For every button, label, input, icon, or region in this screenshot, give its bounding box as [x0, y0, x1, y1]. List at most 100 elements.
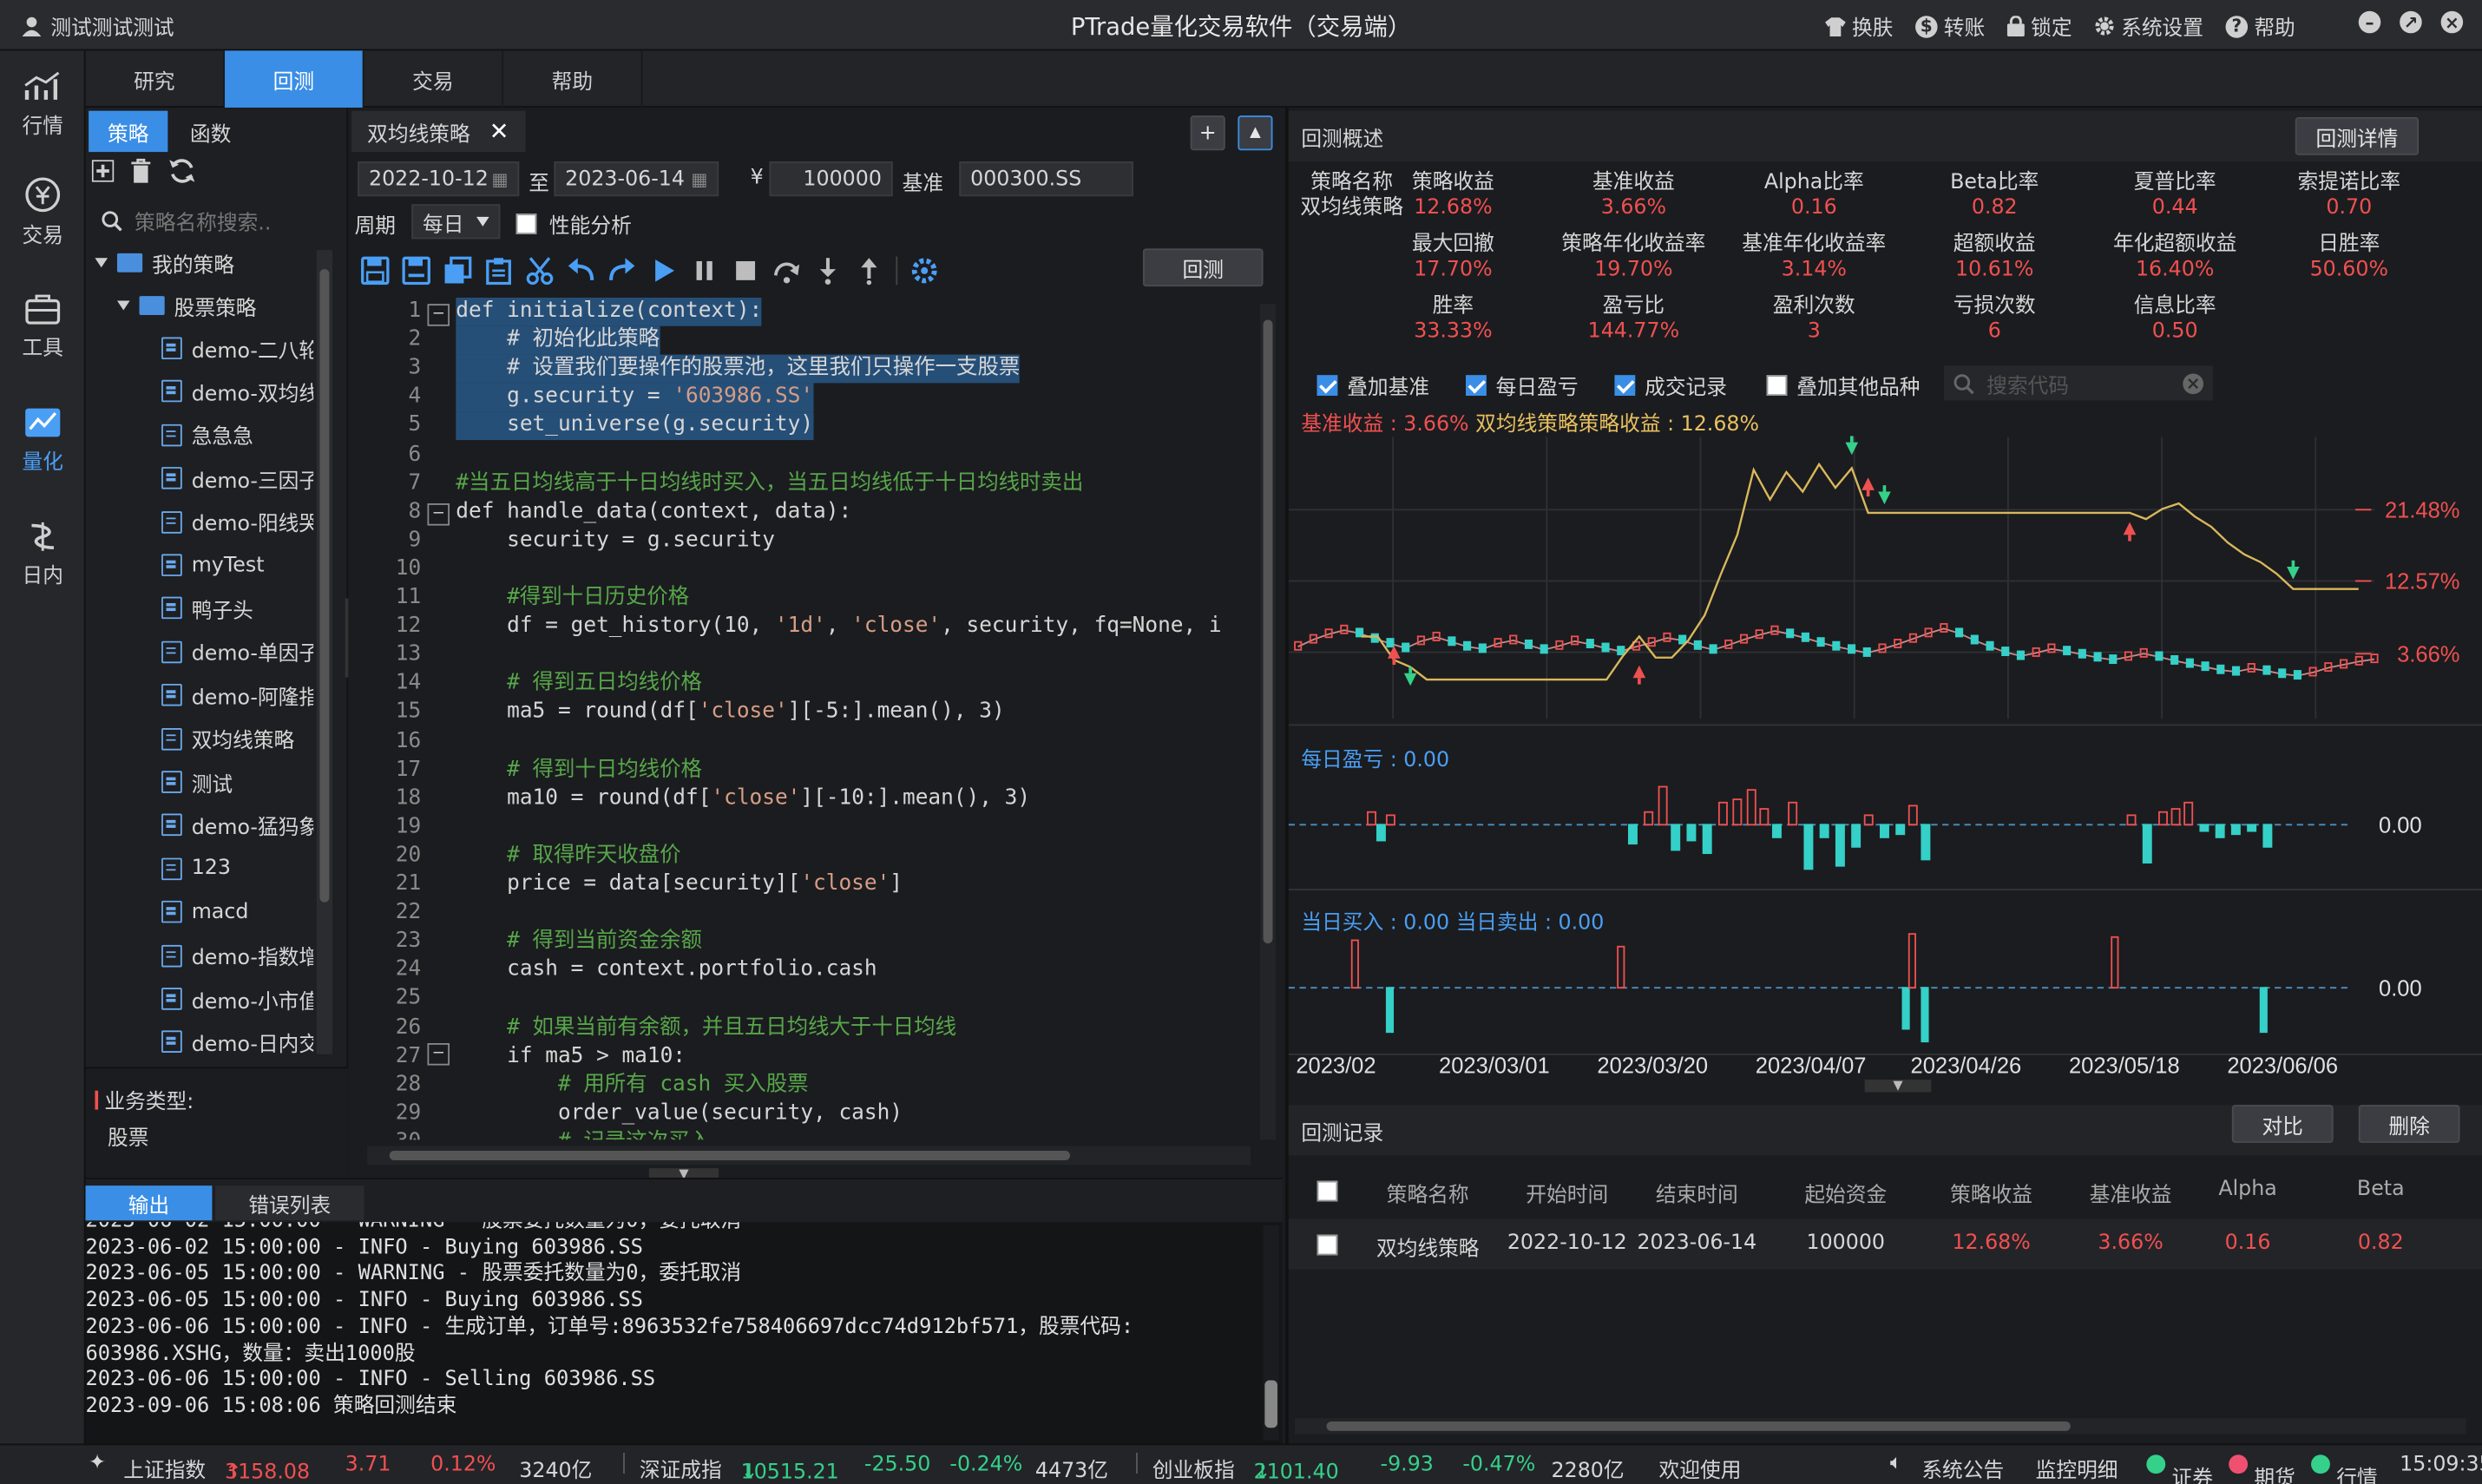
- column-header[interactable]: 起始资金: [1776, 1178, 1916, 1207]
- pin-icon[interactable]: ✦: [89, 1452, 106, 1475]
- new-tab-button[interactable]: +: [1190, 115, 1225, 151]
- tab-backtest[interactable]: 回测: [225, 50, 364, 108]
- cut-icon[interactable]: [526, 256, 555, 286]
- tab-output[interactable]: 输出: [85, 1185, 213, 1221]
- fold-toggle[interactable]: −: [427, 1043, 450, 1066]
- backtest-detail-button[interactable]: 回测详情: [2295, 116, 2420, 155]
- tab-research[interactable]: 研究: [85, 50, 226, 108]
- strategy-item[interactable]: demo-阳线哭: [161, 501, 313, 542]
- end-date-field[interactable]: 2023-06-14 ▦: [554, 161, 719, 197]
- daily-pnl-checkbox[interactable]: [1466, 375, 1487, 396]
- tab-trade[interactable]: 交易: [364, 50, 504, 108]
- overlay-other-checkbox[interactable]: [1766, 375, 1788, 396]
- strategy-item[interactable]: demo-阿隆指: [161, 674, 313, 715]
- rail-item-intraday[interactable]: 日内: [0, 503, 85, 605]
- code-vscroll-thumb[interactable]: [1263, 319, 1273, 944]
- strategy-item[interactable]: 双均线策略: [161, 718, 313, 758]
- strategy-item[interactable]: demo-三因子: [161, 457, 313, 498]
- copy-icon[interactable]: [443, 256, 472, 285]
- option-overlay-bench[interactable]: 叠加基准: [1317, 371, 1429, 400]
- code-search-input[interactable]: 搜索代码 ×: [1943, 365, 2213, 401]
- code-hscroll-thumb[interactable]: [389, 1151, 1071, 1160]
- pause-icon[interactable]: [690, 256, 719, 285]
- tree-scrollbar[interactable]: [316, 250, 333, 1054]
- settings-gear-icon[interactable]: [910, 256, 939, 285]
- bench-field[interactable]: 000300.SS: [959, 161, 1133, 197]
- strategy-item[interactable]: demo-猛犸象: [161, 804, 313, 845]
- rail-item-trade[interactable]: 交易: [0, 161, 85, 263]
- strategy-item[interactable]: 急急急: [161, 415, 313, 456]
- refresh-icon[interactable]: [167, 158, 196, 183]
- column-header[interactable]: 开始时间: [1498, 1178, 1638, 1207]
- fold-toggle[interactable]: −: [427, 503, 450, 526]
- compare-button[interactable]: 对比: [2231, 1105, 2334, 1143]
- code-vscrollbar[interactable]: [1259, 304, 1277, 1140]
- lock-button[interactable]: 锁定: [2006, 11, 2072, 41]
- strategy-item[interactable]: 测试: [161, 761, 313, 802]
- collapse-button[interactable]: ▲: [1238, 115, 1273, 151]
- folder-stock-strategies[interactable]: 股票策略: [116, 285, 257, 325]
- delete-button[interactable]: 删除: [2358, 1105, 2460, 1143]
- save-all-icon[interactable]: [402, 256, 430, 286]
- system-notice-link[interactable]: 系统公告: [1921, 1453, 2004, 1483]
- strategy-item[interactable]: 123: [161, 848, 313, 889]
- column-header[interactable]: 结束时间: [1627, 1178, 1767, 1207]
- tab-functions[interactable]: 函数: [171, 111, 250, 152]
- strategy-item[interactable]: demo-二八轮: [161, 328, 313, 369]
- tab-errors[interactable]: 错误列表: [215, 1185, 364, 1221]
- help-button[interactable]: ? 帮助: [2225, 11, 2295, 41]
- clear-icon[interactable]: ×: [2183, 372, 2204, 394]
- restore-icon[interactable]: ↗: [2400, 10, 2422, 34]
- code-editor[interactable]: 1 def initialize(context): 2 # 初始化此策略 3 # 设…: [361, 297, 1257, 1139]
- trades-checkbox[interactable]: [1614, 375, 1636, 396]
- column-header[interactable]: 策略收益: [1921, 1178, 2061, 1207]
- tab-help[interactable]: 帮助: [503, 50, 643, 108]
- overlay-bench-checkbox[interactable]: [1317, 375, 1338, 396]
- close-icon[interactable]: ×: [2440, 10, 2464, 34]
- strategy-item[interactable]: demo-双均线: [161, 371, 313, 412]
- folder-my-strategies[interactable]: 我的策略: [95, 242, 234, 283]
- strategy-search[interactable]: 策略名称搜索..: [102, 202, 339, 237]
- column-header[interactable]: Beta: [2311, 1178, 2451, 1201]
- log-scroll-thumb[interactable]: [1264, 1380, 1277, 1428]
- backtest-chart[interactable]: 21.48% 12.57% 3.66% 0.00 0.00 2023/02 2023/03/…: [1288, 430, 2482, 1120]
- records-hscrollbar[interactable]: [1295, 1418, 2466, 1435]
- row-checkbox[interactable]: [1317, 1234, 1338, 1256]
- step-into-icon[interactable]: [814, 256, 843, 285]
- records-hscroll-thumb[interactable]: [1326, 1421, 2071, 1431]
- rail-item-quant[interactable]: 量化: [0, 390, 85, 491]
- close-tab-icon[interactable]: ✕: [489, 117, 509, 146]
- period-select[interactable]: 每日: [411, 204, 501, 240]
- minimize-icon[interactable]: –: [2358, 10, 2381, 34]
- redo-icon[interactable]: [607, 256, 636, 285]
- strategy-item[interactable]: myTest: [161, 544, 313, 585]
- perf-analysis-option[interactable]: 性能分析: [515, 209, 632, 239]
- fold-toggle[interactable]: −: [427, 304, 450, 326]
- run-backtest-button[interactable]: 回测: [1142, 248, 1264, 287]
- start-date-field[interactable]: 2022-10-12 ▦: [358, 161, 520, 197]
- capital-field[interactable]: 100000: [769, 161, 893, 197]
- option-overlay-other[interactable]: 叠加其他品种: [1766, 371, 1921, 400]
- tab-strategy[interactable]: 策略: [89, 110, 168, 153]
- select-all-checkbox[interactable]: [1317, 1180, 1338, 1202]
- undo-icon[interactable]: [567, 256, 595, 285]
- option-trades[interactable]: 成交记录: [1614, 371, 1727, 400]
- step-out-icon[interactable]: [855, 256, 883, 286]
- skin-button[interactable]: 换肤: [1824, 11, 1893, 41]
- paste-icon[interactable]: [484, 256, 513, 286]
- save-icon[interactable]: [361, 256, 390, 286]
- option-daily-pnl[interactable]: 每日盈亏: [1466, 371, 1579, 400]
- rail-item-tools[interactable]: 工具: [0, 275, 85, 377]
- strategy-item[interactable]: macd: [161, 891, 313, 932]
- settings-button[interactable]: 系统设置: [2094, 11, 2203, 41]
- records-splitter[interactable]: ▼: [1864, 1079, 1932, 1093]
- strategy-item[interactable]: 鸭子头: [161, 588, 313, 628]
- strategy-item[interactable]: demo-指数增: [161, 935, 313, 975]
- monitor-link[interactable]: 监控明细: [2036, 1453, 2118, 1483]
- column-header[interactable]: 策略名称: [1358, 1178, 1498, 1207]
- perf-analysis-checkbox[interactable]: [515, 213, 537, 234]
- column-header[interactable]: Alpha: [2178, 1178, 2318, 1201]
- strategy-item[interactable]: demo-单因子: [161, 631, 313, 672]
- step-over-icon[interactable]: [772, 256, 801, 285]
- stop-icon[interactable]: [732, 256, 760, 285]
